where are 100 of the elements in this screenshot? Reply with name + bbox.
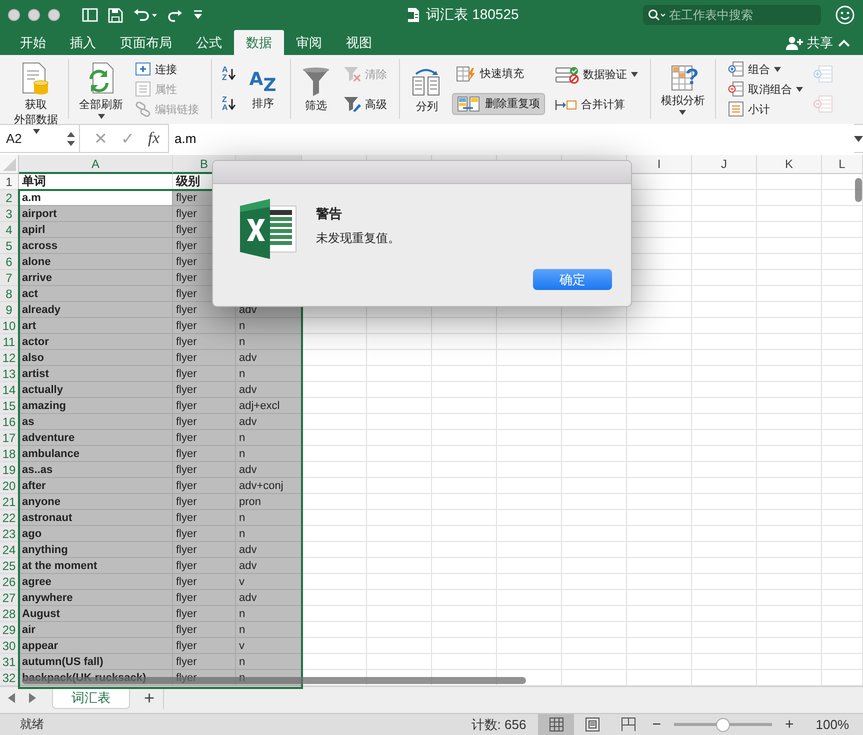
close-button[interactable] [8, 9, 20, 21]
ribbon-button[interactable]: 组合 [724, 59, 807, 79]
sort-button[interactable]: AZ 排序 [244, 66, 282, 112]
empty-cell [432, 542, 497, 558]
ribbon-button[interactable]: 筛选 [298, 64, 333, 114]
save-icon[interactable] [108, 8, 123, 22]
row-header[interactable]: 17 [0, 430, 19, 446]
row-header[interactable]: 16 [0, 414, 19, 430]
ribbon-tab[interactable]: 审阅 [284, 30, 334, 55]
row-header[interactable]: 24 [0, 542, 19, 558]
ribbon-button[interactable]: 分列 [408, 62, 446, 116]
row-header[interactable]: 31 [0, 654, 19, 670]
enter-button[interactable]: ✓ [121, 128, 134, 148]
undo-icon[interactable] [133, 8, 157, 22]
row-header[interactable]: 12 [0, 350, 19, 366]
ribbon-button[interactable]: 取消组合 [724, 79, 807, 99]
row-header[interactable]: 27 [0, 590, 19, 606]
row-header[interactable]: 3 [0, 206, 19, 222]
chain-link-icon [135, 101, 151, 117]
expand-caret-icon[interactable] [854, 136, 863, 142]
row-header[interactable]: 26 [0, 574, 19, 590]
previous-sheet-icon[interactable] [8, 693, 16, 703]
cancel-button[interactable]: ✕ [94, 128, 107, 148]
row-header[interactable]: 28 [0, 606, 19, 622]
ribbon-tab[interactable]: 公式 [184, 30, 234, 55]
formula-field[interactable]: a.m [168, 124, 854, 153]
row-header[interactable]: 19 [0, 462, 19, 478]
row-header[interactable]: 9 [0, 302, 19, 318]
zoom-button[interactable] [48, 9, 60, 21]
zoom-in-button[interactable]: + [778, 716, 800, 733]
down-arrow-icon[interactable] [228, 98, 236, 110]
window-title: 词汇表 180525 [426, 6, 519, 24]
sidebar-icon[interactable] [82, 8, 98, 22]
row-header[interactable]: 8 [0, 286, 19, 302]
ribbon-button[interactable]: 快速填充 [452, 64, 545, 84]
collapse-ribbon-icon[interactable] [837, 38, 851, 48]
down-arrow-icon[interactable] [228, 68, 236, 80]
zoom-out-button[interactable]: − [646, 716, 667, 733]
row-header[interactable]: 18 [0, 446, 19, 462]
row-header[interactable]: 21 [0, 494, 19, 510]
ribbon-tab[interactable]: 页面布局 [108, 30, 184, 55]
empty-cell [627, 542, 692, 558]
row-header[interactable]: 20 [0, 478, 19, 494]
insert-function-button[interactable]: fx [148, 130, 160, 148]
stepper-icon[interactable] [67, 132, 75, 146]
row-header[interactable]: 5 [0, 238, 19, 254]
ribbon-button[interactable]: 合并计算 [550, 95, 642, 114]
empty-cell [627, 574, 692, 590]
ribbon-button[interactable]: 删除重复项 [452, 92, 545, 114]
row-header[interactable]: 25 [0, 558, 19, 574]
empty-cell [562, 350, 627, 366]
empty-cell [497, 638, 562, 654]
ribbon-button[interactable]: 全部刷新 [77, 59, 125, 121]
vertical-scrollbar[interactable] [855, 178, 862, 202]
row-header[interactable]: 29 [0, 622, 19, 638]
ribbon-tab[interactable]: 数据 [234, 30, 284, 55]
ribbon-button[interactable]: 连接 [131, 59, 203, 79]
name-box[interactable]: A2 [0, 125, 80, 152]
empty-cell [497, 382, 562, 398]
customize-icon[interactable] [193, 10, 203, 20]
table-cell: ambulance [19, 446, 173, 462]
row-header[interactable]: 10 [0, 318, 19, 334]
ok-button[interactable]: 确定 [533, 269, 612, 290]
column-header[interactable]: K [757, 155, 822, 174]
row-header[interactable]: 6 [0, 254, 19, 270]
row-header[interactable]: 22 [0, 510, 19, 526]
search-field[interactable]: 在工作表中搜索 [643, 5, 821, 25]
column-header[interactable]: I [627, 155, 692, 174]
sheet-tab[interactable]: 词汇表 [52, 687, 130, 709]
empty-cell [432, 398, 497, 414]
row-header[interactable]: 32 [0, 670, 19, 686]
add-sheet-button[interactable]: + [136, 687, 164, 709]
ribbon-button[interactable]: 高级 [338, 94, 391, 114]
column-header[interactable]: J [692, 155, 757, 174]
ribbon-tab[interactable]: 开始 [8, 30, 58, 55]
row-header[interactable]: 11 [0, 334, 19, 350]
next-sheet-icon[interactable] [28, 693, 36, 703]
row-header[interactable]: 23 [0, 526, 19, 542]
row-header[interactable]: 7 [0, 270, 19, 286]
table-cell: art [19, 318, 173, 334]
slider-thumb[interactable] [716, 718, 730, 732]
redo-icon[interactable] [167, 8, 183, 22]
ribbon-button[interactable]: 小计 [724, 99, 807, 119]
row-header[interactable]: 15 [0, 398, 19, 414]
row-header[interactable]: 1 [0, 174, 19, 190]
minimize-button[interactable] [28, 9, 40, 21]
ribbon-button[interactable]: ? 模拟分析 [658, 61, 707, 117]
row-header[interactable]: 13 [0, 366, 19, 382]
smiley-icon[interactable] [835, 5, 855, 25]
ribbon-tab[interactable]: 插入 [58, 30, 108, 55]
view-button[interactable] [538, 714, 574, 735]
row-header[interactable]: 4 [0, 222, 19, 238]
column-header[interactable]: L [822, 155, 863, 174]
share-button[interactable]: 共享 [786, 34, 833, 52]
ribbon-tab[interactable]: 视图 [334, 30, 384, 55]
column-header[interactable]: A [19, 155, 173, 174]
row-header[interactable]: 14 [0, 382, 19, 398]
ribbon-button[interactable]: 数据验证 [550, 64, 642, 86]
row-header[interactable]: 2 [0, 190, 19, 206]
row-header[interactable]: 30 [0, 638, 19, 654]
